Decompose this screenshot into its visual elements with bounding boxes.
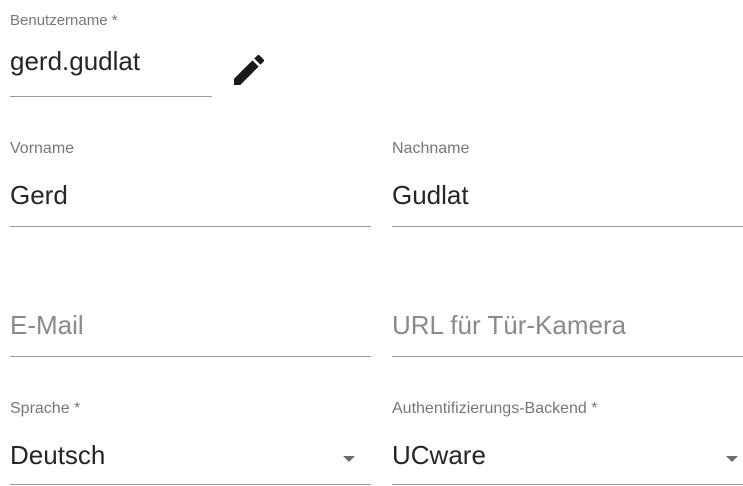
- last-name-underline: [392, 226, 743, 227]
- first-name-label: Vorname: [10, 140, 75, 157]
- language-select[interactable]: Sprache * Deutsch: [10, 400, 371, 486]
- user-settings-form: Benutzername * gerd.gudlat Vorname Gerd …: [0, 0, 743, 486]
- last-name-field[interactable]: Nachname Gudlat: [392, 140, 743, 228]
- username-value[interactable]: gerd.gudlat: [10, 46, 140, 77]
- username-field[interactable]: Benutzername * gerd.gudlat: [10, 12, 212, 98]
- email-field[interactable]: E-Mail: [10, 310, 371, 358]
- language-label: Sprache *: [10, 400, 81, 417]
- dropdown-arrow-icon[interactable]: [726, 456, 738, 462]
- email-input[interactable]: E-Mail: [10, 310, 84, 341]
- email-underline: [10, 356, 371, 357]
- auth-backend-label: Authentifizierungs-Backend *: [392, 400, 598, 417]
- door-camera-url-input[interactable]: URL für Tür-Kamera: [392, 310, 626, 341]
- username-label: Benutzername *: [10, 12, 118, 29]
- door-camera-url-field[interactable]: URL für Tür-Kamera: [392, 310, 743, 358]
- first-name-input[interactable]: Gerd: [10, 180, 68, 211]
- pencil-icon: [234, 54, 265, 85]
- first-name-field[interactable]: Vorname Gerd: [10, 140, 371, 228]
- auth-backend-underline: [392, 484, 743, 485]
- language-selected-value[interactable]: Deutsch: [10, 440, 105, 471]
- language-underline: [10, 484, 371, 485]
- auth-backend-selected-value[interactable]: UCware: [392, 440, 486, 471]
- last-name-label: Nachname: [392, 140, 470, 157]
- auth-backend-select[interactable]: Authentifizierungs-Backend * UCware: [392, 400, 743, 486]
- username-underline: [10, 96, 212, 97]
- dropdown-arrow-icon[interactable]: [343, 456, 355, 462]
- door-camera-url-underline: [392, 356, 743, 357]
- first-name-underline: [10, 226, 371, 227]
- last-name-input[interactable]: Gudlat: [392, 180, 469, 211]
- edit-username-button[interactable]: [229, 50, 269, 90]
